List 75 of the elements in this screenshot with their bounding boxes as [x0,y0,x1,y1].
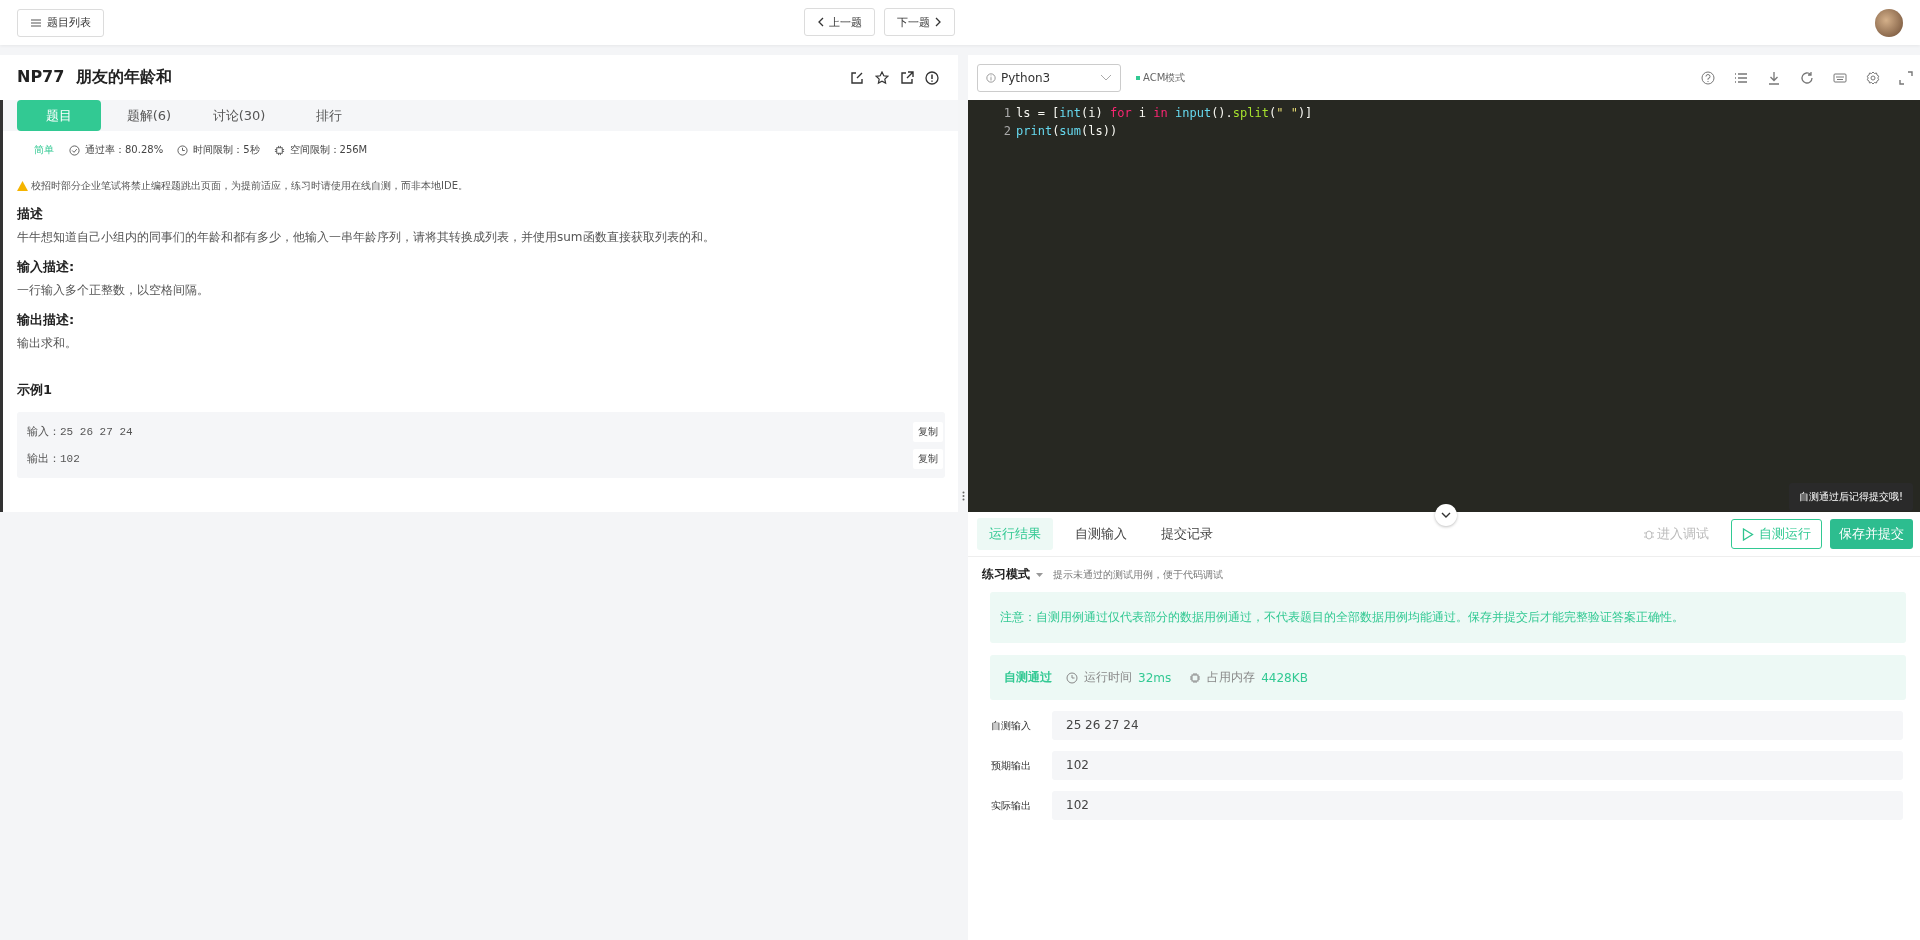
example-text: 输入：25 26 27 24 [27,425,133,439]
caret-icon [1100,74,1112,81]
info-icon[interactable] [925,70,939,85]
copy-button[interactable]: 复制 [913,448,943,469]
field-label: 预期输出 [990,758,1032,773]
time-limit: 时间限制：5秒 [193,143,260,157]
mode-label: ACM模式 [1136,70,1186,85]
refresh-icon[interactable] [1800,70,1814,85]
help-icon[interactable] [1701,70,1715,85]
line-number: 1 [1002,105,1012,122]
notice-text: 注意：自测用例通过仅代表部分的数据用例通过，不代表题目的全部数据用例均能通过。保存并提交后才能完整验证答案正确性。 [990,592,1906,643]
problem-list-button[interactable]: 题目列表 [17,8,104,37]
chevron-down-icon [1441,512,1451,518]
section-text: 一行输入多个正整数，以空格间隔。 [17,282,210,299]
tab[interactable]: 讨论(30) [197,100,281,131]
tab[interactable]: 排行 [287,100,371,131]
keyboard-icon[interactable] [1833,70,1847,85]
warning-text: 校招时部分企业笔试将禁止编程题跳出页面，为提前适应，练习时请使用在线自测，而非本地IDE。 [31,179,468,193]
star-icon[interactable] [875,70,889,85]
chip-icon [273,144,285,156]
chevron-left-icon [817,17,824,27]
fullscreen-icon[interactable] [1899,70,1913,85]
example-text: 输出：102 [27,452,80,466]
menu-icon [30,17,42,28]
pass-rate: 通过率：80.28% [85,143,164,157]
code-line: print(sum(ls)) [1016,123,1118,140]
play-icon [1742,527,1754,541]
section-heading: 描述 [17,205,44,223]
drag-handle-icon[interactable] [961,491,965,501]
output-field: 25 26 27 24 [1052,711,1903,740]
next-button[interactable]: 下一题 [884,8,955,36]
previous-button[interactable]: 上一题 [804,8,875,36]
space-limit: 空间限制：256M [289,143,368,157]
code-line: ls = [int(i) for i in input().split(" ")] [1016,105,1313,122]
info-icon [986,72,996,83]
output-field: 102 [1052,791,1903,820]
clock-icon [177,144,189,156]
settings-icon[interactable] [1866,70,1880,85]
field-label: 自测输入 [990,718,1032,733]
section-text: 输出求和。 [17,335,78,352]
tab[interactable]: 题解(6) [107,100,191,131]
mode-hint: 提示未通过的测试用例，便于代码调试 [1053,567,1223,582]
memory-value: 4428KB [1261,670,1308,685]
bug-icon [1643,528,1655,540]
share-icon[interactable] [900,70,914,85]
list-icon[interactable] [1734,70,1748,85]
edit-icon[interactable] [850,70,864,85]
language-select[interactable]: Python3 [977,63,1121,92]
time-label: 运行时间 [1084,669,1132,686]
section-text: 牛牛想知道自己小组内的同事们的年龄和都有多少，他输入一串年龄序列，请将其转换成列表，并使用sum函数直接获取列表的和。 [17,229,716,246]
problem-title: NP77 朋友的年龄和 [17,67,172,88]
clock-icon [1066,671,1078,684]
tooltip: 自测通过后记得提交哦! [1789,483,1913,511]
tab[interactable]: 自测输入 [1063,518,1139,550]
field-label: 实际输出 [990,798,1032,813]
collapse-button[interactable] [1435,504,1457,526]
copy-button[interactable]: 复制 [913,421,943,442]
chip-icon [1189,671,1202,684]
line-number: 2 [1002,123,1012,140]
example-heading: 示例1 [17,381,54,399]
section-heading: 输出描述: [17,311,76,329]
check-circle-icon [69,144,80,156]
section-heading: 输入描述: [17,258,76,276]
mode-dropdown[interactable]: 练习模式 [982,566,1043,583]
download-icon[interactable] [1767,70,1781,85]
tab[interactable]: 提交记录 [1149,518,1225,550]
difficulty-label: 简单 [34,143,54,157]
chevron-right-icon [935,17,942,27]
warning-icon [17,181,28,191]
caret-icon [1036,572,1043,577]
status-label: 自测通过 [1004,669,1052,686]
output-field: 102 [1052,751,1903,780]
avatar[interactable] [1875,8,1903,37]
memory-label: 占用内存 [1207,669,1256,686]
time-value: 32ms [1138,670,1172,685]
